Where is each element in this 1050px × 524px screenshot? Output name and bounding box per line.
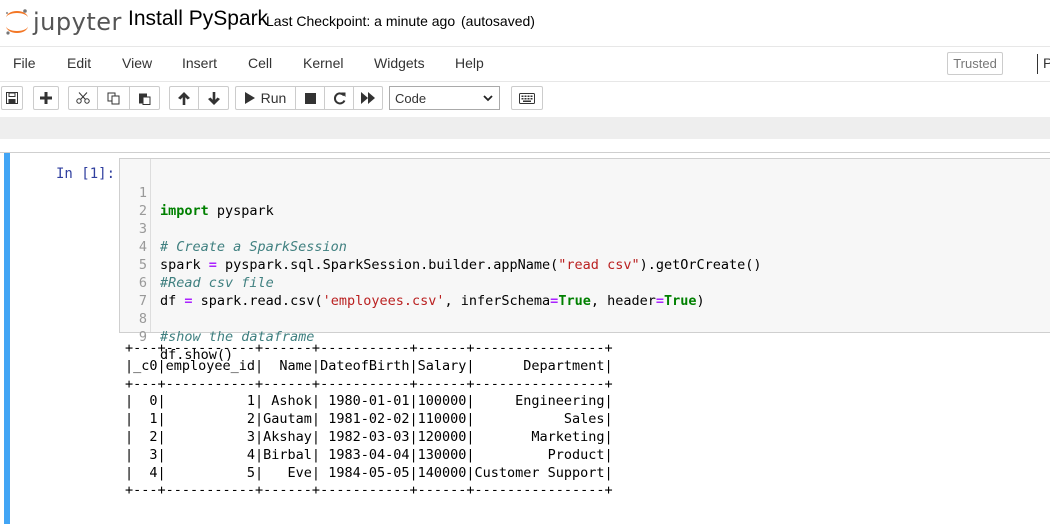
restart-icon: [333, 91, 345, 104]
menu-cell[interactable]: Cell: [248, 55, 272, 71]
jupyter-logo-icon: [5, 9, 28, 35]
chevron-down-icon: [483, 95, 493, 102]
paste-icon: [139, 93, 151, 105]
code-line: 3 # Create a SparkSession: [120, 202, 1050, 255]
kernel-name-truncated[interactable]: P: [1043, 55, 1050, 71]
selected-cell-indicator: [4, 153, 10, 524]
menu-edit[interactable]: Edit: [67, 55, 91, 71]
menu-divider: [1037, 54, 1038, 74]
code-line: 1 import pyspark: [120, 166, 1050, 219]
copy-button[interactable]: [98, 86, 130, 110]
code-line: 7: [120, 274, 1050, 309]
header-divider-strip: [0, 117, 1050, 139]
checkpoint-status: Last Checkpoint: a minute ago: [266, 13, 456, 29]
code-line: 5 #Read csv file: [120, 238, 1050, 291]
restart-kernel-button[interactable]: [325, 86, 354, 110]
notebook-header: jupyter Install PySpark Last Checkpoint:…: [0, 0, 1050, 46]
code-editor[interactable]: 1 import pyspark 2 3 # Create a SparkSes…: [119, 158, 1050, 363]
move-down-button[interactable]: [199, 86, 229, 110]
command-palette-button[interactable]: [511, 86, 543, 110]
run-label: Run: [260, 90, 287, 106]
cell-output: +---+-----------+------+-----------+----…: [125, 340, 613, 499]
interrupt-kernel-button[interactable]: [296, 86, 325, 110]
move-up-button[interactable]: [169, 86, 199, 110]
menu-kernel[interactable]: Kernel: [303, 55, 343, 71]
save-icon: [6, 92, 18, 104]
copy-icon: [107, 92, 119, 104]
insert-cell-button[interactable]: [33, 86, 59, 110]
menu-view[interactable]: View: [122, 55, 152, 71]
code-line: 8 #show the dataframe: [120, 292, 1050, 345]
cell-type-value: Code: [395, 90, 427, 106]
stop-icon: [304, 92, 316, 104]
plus-icon: [40, 92, 52, 104]
paste-button[interactable]: [130, 86, 160, 110]
cut-button[interactable]: [68, 86, 98, 110]
input-prompt: In [1]:: [56, 166, 116, 182]
arrow-down-icon: [207, 91, 220, 105]
menubar: File Edit View Insert Cell Kernel Widget…: [0, 46, 1050, 82]
restart-run-all-button[interactable]: [354, 86, 383, 110]
save-button[interactable]: [1, 86, 23, 110]
notebook-top-border: [0, 152, 1050, 153]
fast-forward-icon: [361, 92, 375, 104]
keyboard-icon: [519, 92, 535, 104]
autosave-status: (autosaved): [461, 13, 535, 29]
logo-text: jupyter: [33, 8, 122, 36]
jupyter-logo[interactable]: jupyter: [3, 5, 122, 39]
code-line: 6 df = spark.read.csv('employees.csv', i…: [120, 256, 1050, 309]
code-line: 4 spark = pyspark.sql.SparkSession.build…: [120, 220, 1050, 273]
code-line: 2: [120, 184, 1050, 219]
run-button[interactable]: Run: [235, 86, 296, 110]
trusted-indicator[interactable]: Trusted: [947, 52, 1003, 75]
cut-icon: [76, 92, 90, 104]
menu-insert[interactable]: Insert: [182, 55, 217, 71]
arrow-up-icon: [178, 91, 190, 105]
menu-help[interactable]: Help: [455, 55, 484, 71]
notebook-name[interactable]: Install PySpark: [128, 7, 268, 31]
menu-file[interactable]: File: [13, 55, 36, 71]
cell-type-select[interactable]: Code: [389, 86, 500, 110]
code-line: 9 df.show(): [120, 310, 1050, 363]
menu-widgets[interactable]: Widgets: [374, 55, 425, 71]
play-icon: [244, 92, 255, 104]
toolbar: Run: [0, 83, 1050, 115]
